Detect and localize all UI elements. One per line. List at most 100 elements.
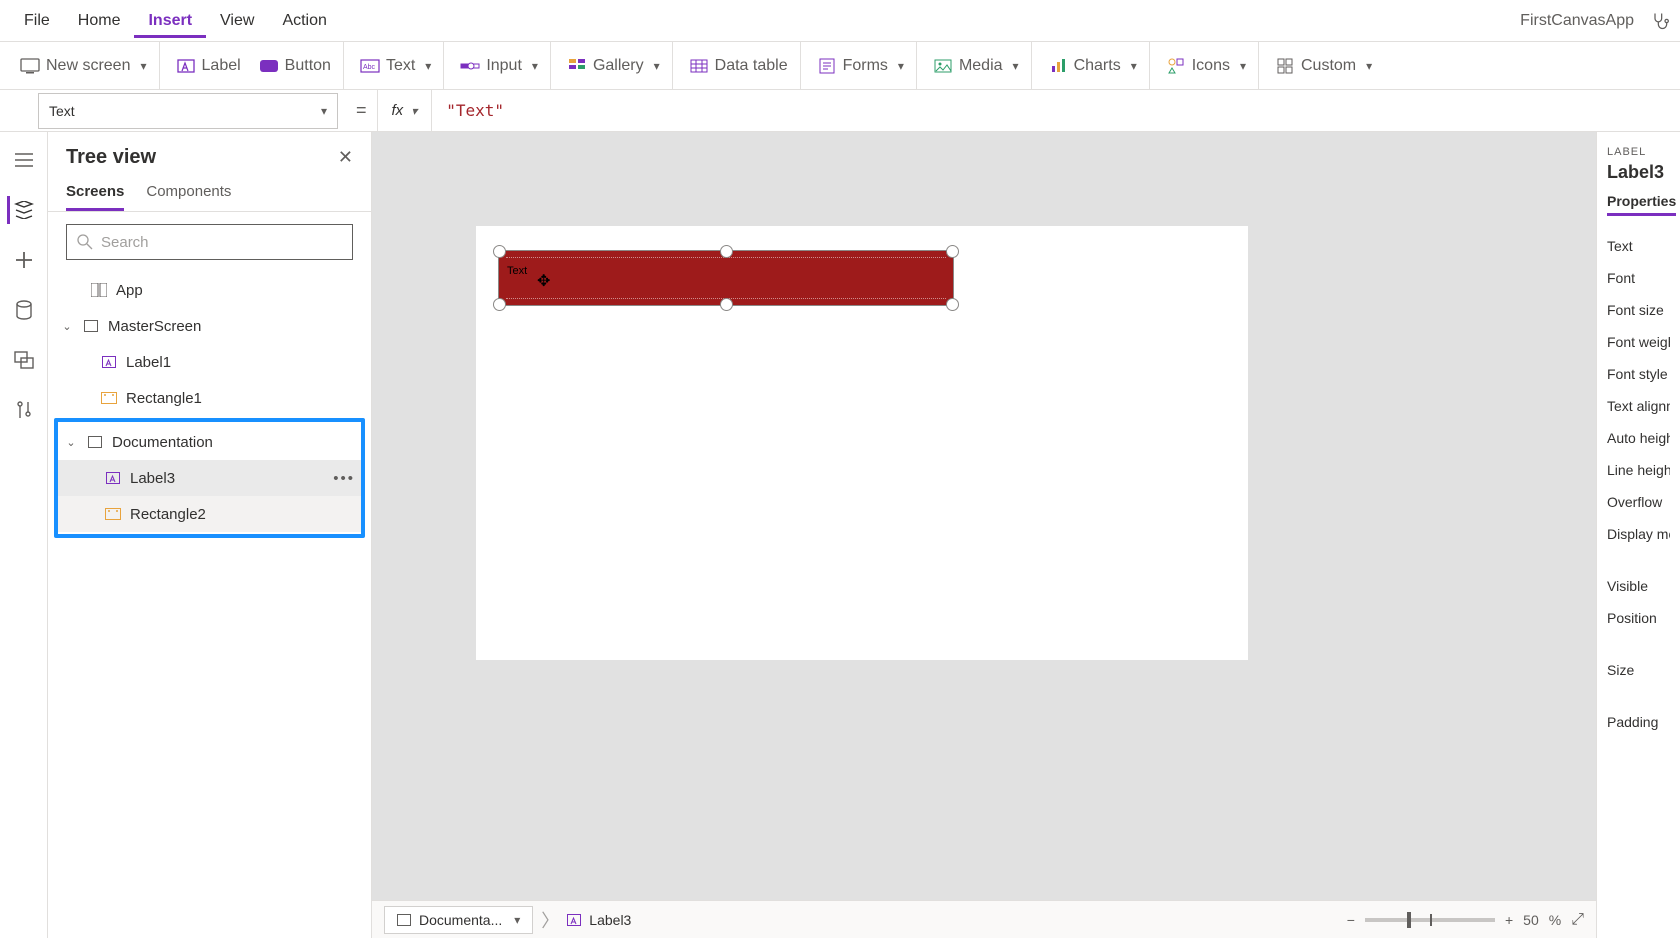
chevron-down-icon: ▾ bbox=[1131, 59, 1137, 73]
menu-file[interactable]: File bbox=[10, 4, 64, 38]
prop-font-style[interactable]: Font style bbox=[1607, 358, 1670, 390]
icons-icon bbox=[1166, 56, 1186, 76]
ribbon-input-label: Input bbox=[486, 57, 522, 75]
property-dropdown[interactable]: Text ▾ bbox=[38, 93, 338, 129]
tree-item-app[interactable]: App bbox=[54, 272, 365, 308]
prop-padding[interactable]: Padding bbox=[1607, 706, 1670, 738]
ribbon-data-table[interactable]: Data table bbox=[677, 42, 801, 89]
tree-item-label: MasterScreen bbox=[108, 318, 201, 335]
ribbon-media[interactable]: Media ▾ bbox=[921, 42, 1032, 89]
tree-item-label3[interactable]: Label3 ••• bbox=[58, 460, 361, 496]
tree-item-documentation[interactable]: ⌄ Documentation bbox=[58, 424, 361, 460]
search-input[interactable]: Search bbox=[66, 224, 353, 260]
prop-text-alignment[interactable]: Text alignment bbox=[1607, 390, 1670, 422]
label-text: Text bbox=[507, 265, 527, 277]
prop-font-weight[interactable]: Font weight bbox=[1607, 326, 1670, 358]
resize-handle[interactable] bbox=[946, 298, 959, 311]
ribbon-text[interactable]: Abc Text ▾ bbox=[348, 42, 444, 89]
ribbon-charts[interactable]: Charts ▾ bbox=[1036, 42, 1150, 89]
more-icon[interactable]: ••• bbox=[333, 470, 355, 487]
tree-item-label1[interactable]: Label1 bbox=[54, 344, 365, 380]
menu-home[interactable]: Home bbox=[64, 4, 135, 38]
ribbon-new-screen[interactable]: New screen ▾ bbox=[8, 42, 160, 89]
control-name-label: Label3 bbox=[1607, 162, 1670, 183]
ribbon-gallery-label: Gallery bbox=[593, 57, 644, 75]
properties-panel: LABEL Label3 Properties Text Font Font s… bbox=[1596, 132, 1680, 938]
ribbon-button[interactable]: Button bbox=[259, 56, 331, 76]
ribbon-icons[interactable]: Icons ▾ bbox=[1154, 42, 1259, 89]
menu-action[interactable]: Action bbox=[268, 4, 340, 38]
text-input-icon: Abc bbox=[360, 56, 380, 76]
tree-item-label: Label3 bbox=[130, 470, 175, 487]
tree-item-rectangle1[interactable]: Rectangle1 bbox=[54, 380, 365, 416]
prop-font[interactable]: Font bbox=[1607, 262, 1670, 294]
new-screen-label: New screen bbox=[46, 57, 130, 75]
prop-auto-height[interactable]: Auto height bbox=[1607, 422, 1670, 454]
move-cursor-icon: ✥ bbox=[537, 271, 550, 291]
selected-control-label3[interactable]: Text ✥ bbox=[499, 251, 953, 305]
tree-item-rectangle2[interactable]: Rectangle2 bbox=[58, 496, 361, 532]
tree-item-label: Rectangle1 bbox=[126, 390, 202, 407]
rail-media[interactable] bbox=[10, 346, 38, 374]
breadcrumb-control[interactable]: Label3 bbox=[567, 912, 631, 928]
rail-hamburger[interactable] bbox=[10, 146, 38, 174]
chevron-down-icon: ▾ bbox=[411, 104, 417, 118]
prop-text[interactable]: Text bbox=[1607, 230, 1670, 262]
rectangle-icon bbox=[100, 389, 118, 407]
property-dropdown-value: Text bbox=[49, 103, 75, 119]
zoom-value: 50 bbox=[1523, 912, 1539, 928]
resize-handle[interactable] bbox=[493, 245, 506, 258]
app-name: FirstCanvasApp bbox=[1520, 12, 1650, 30]
close-icon[interactable]: ✕ bbox=[338, 147, 353, 168]
resize-handle[interactable] bbox=[720, 298, 733, 311]
rail-data[interactable] bbox=[10, 296, 38, 324]
data-table-icon bbox=[689, 56, 709, 76]
rail-insert[interactable] bbox=[10, 246, 38, 274]
resize-handle[interactable] bbox=[720, 245, 733, 258]
ribbon-input[interactable]: Input ▾ bbox=[448, 42, 551, 89]
formula-input[interactable]: "Text" bbox=[431, 90, 1680, 131]
ribbon-label[interactable]: Label bbox=[176, 56, 241, 76]
rail-advanced-tools[interactable] bbox=[10, 396, 38, 424]
prop-display-mode[interactable]: Display mode bbox=[1607, 518, 1670, 550]
gallery-icon bbox=[567, 56, 587, 76]
menu-view[interactable]: View bbox=[206, 4, 268, 38]
prop-visible[interactable]: Visible bbox=[1607, 570, 1670, 602]
ribbon-custom[interactable]: Custom ▾ bbox=[1263, 42, 1384, 89]
prop-line-height[interactable]: Line height bbox=[1607, 454, 1670, 486]
canvas-area[interactable]: Text ✥ Documenta... ▾ 〉 Label3 − bbox=[372, 132, 1596, 938]
zoom-out-button[interactable]: − bbox=[1347, 912, 1355, 928]
tab-properties[interactable]: Properties bbox=[1607, 193, 1676, 216]
ribbon-data-table-label: Data table bbox=[715, 57, 788, 75]
breadcrumb-screen[interactable]: Documenta... ▾ bbox=[384, 906, 533, 934]
search-icon bbox=[77, 234, 93, 250]
chevron-down-icon: ⌄ bbox=[60, 320, 74, 333]
rail-tree-view[interactable] bbox=[7, 196, 35, 224]
resize-handle[interactable] bbox=[493, 298, 506, 311]
prop-overflow[interactable]: Overflow bbox=[1607, 486, 1670, 518]
prop-position[interactable]: Position bbox=[1607, 602, 1670, 634]
tab-components[interactable]: Components bbox=[146, 183, 231, 211]
chevron-down-icon: ▾ bbox=[425, 59, 431, 73]
left-rail bbox=[0, 132, 48, 938]
chevron-down-icon: ⌄ bbox=[64, 436, 78, 449]
tree-item-masterscreen[interactable]: ⌄ MasterScreen bbox=[54, 308, 365, 344]
ribbon-custom-label: Custom bbox=[1301, 57, 1356, 75]
chevron-down-icon: ▾ bbox=[321, 104, 327, 118]
zoom-in-button[interactable]: + bbox=[1505, 912, 1513, 928]
screen-icon bbox=[86, 433, 104, 451]
fit-to-screen-icon[interactable]: ⤢ bbox=[1571, 911, 1584, 929]
prop-font-size[interactable]: Font size bbox=[1607, 294, 1670, 326]
fx-button[interactable]: fx▾ bbox=[377, 90, 432, 131]
zoom-slider[interactable] bbox=[1365, 918, 1495, 922]
prop-size[interactable]: Size bbox=[1607, 654, 1670, 686]
chevron-down-icon: ▾ bbox=[140, 59, 146, 73]
resize-handle[interactable] bbox=[946, 245, 959, 258]
ribbon-forms[interactable]: Forms ▾ bbox=[805, 42, 917, 89]
chevron-down-icon: ▾ bbox=[898, 59, 904, 73]
ribbon-gallery[interactable]: Gallery ▾ bbox=[555, 42, 673, 89]
menu-insert[interactable]: Insert bbox=[134, 4, 206, 38]
tab-screens[interactable]: Screens bbox=[66, 183, 124, 211]
app-checker-icon[interactable] bbox=[1650, 11, 1670, 31]
chevron-down-icon: ▾ bbox=[1240, 59, 1246, 73]
